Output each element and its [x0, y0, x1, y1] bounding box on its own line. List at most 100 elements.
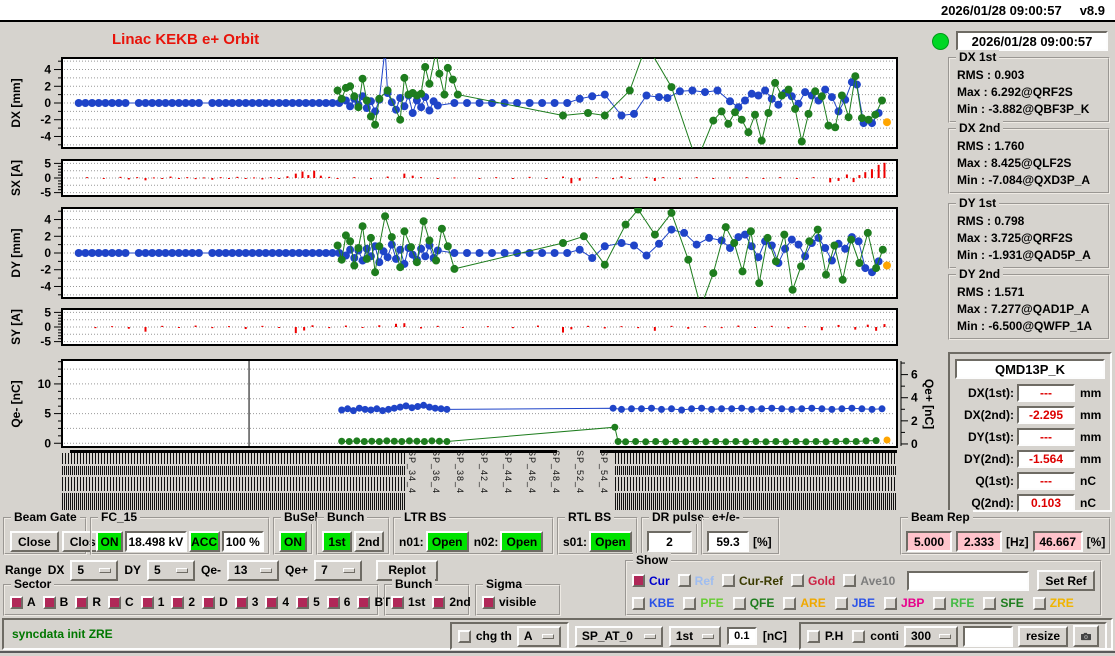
show-legend: Show — [633, 553, 671, 567]
monitor-row: DX(2nd): -2.295 mm — [952, 406, 1110, 424]
monitor-row-value: -2.295 — [1017, 406, 1075, 424]
rtl-bs-group: RTL BS s01: Open — [557, 510, 638, 555]
range-row: Range DX 5 DY 5 Qe- 13 Qe+ 7 Replot — [5, 558, 439, 582]
conti-checkbox[interactable] — [852, 629, 866, 643]
show-checkbox-jbe[interactable] — [834, 596, 848, 610]
bpm-monitor-panel: QMD13P_K DX(1st): --- mm DX(2nd): -2.295 mm DY… — [948, 352, 1112, 512]
dr-pulse-value[interactable]: 2 — [647, 531, 692, 552]
sector-label: 1 — [157, 595, 165, 609]
show-checkbox-kbe[interactable] — [632, 596, 645, 610]
bunch-select-checkbox-1st[interactable] — [391, 595, 404, 609]
sigma-checkbox-visible[interactable] — [482, 595, 495, 609]
show-label: JBP — [901, 596, 925, 610]
ltr-bs-legend: LTR BS — [401, 510, 450, 524]
mode-a-menu[interactable]: A — [516, 625, 561, 647]
titlebar-version: v8.9 — [1079, 2, 1105, 18]
monitor-row: DY(1st): --- mm — [952, 428, 1110, 446]
range-dx-label: DX — [47, 563, 65, 577]
show-label: Gold — [808, 573, 836, 588]
extra-input[interactable] — [962, 625, 1013, 647]
sector-item-2: 2 — [171, 595, 195, 609]
ref-name-input[interactable] — [907, 570, 1029, 591]
show-label: ARE — [800, 596, 826, 610]
show-checkbox-cur-ref[interactable] — [722, 574, 736, 587]
show-checkbox-are[interactable] — [783, 596, 797, 610]
interval-menu[interactable]: 300 — [903, 625, 958, 647]
show-checkbox-gold[interactable] — [791, 574, 805, 587]
fc15-on-button[interactable]: ON — [96, 531, 124, 552]
stat-row: Max : 3.725@QRF2S — [957, 231, 1073, 245]
show-checkbox-pfe[interactable] — [683, 596, 697, 610]
charge-threshold-input[interactable]: 0.1 — [726, 627, 757, 645]
show-label: QFE — [749, 596, 775, 610]
set-ref-button[interactable]: Set Ref — [1037, 570, 1095, 591]
sector-item-c: C — [108, 595, 134, 609]
show-checkbox-zre[interactable] — [1032, 596, 1046, 610]
show-checkbox-sfe[interactable] — [983, 596, 997, 610]
sector-checkbox-3[interactable] — [234, 595, 248, 609]
show-checkbox-ref[interactable] — [677, 574, 691, 587]
sector-checkbox-c[interactable] — [108, 595, 122, 609]
ltr-n02-open-button[interactable]: Open — [500, 531, 544, 552]
show-checkbox-qfe[interactable] — [732, 596, 746, 610]
sector-checkbox-d[interactable] — [202, 595, 216, 609]
sector-item-a: A — [10, 595, 36, 609]
series-latest — [883, 436, 891, 444]
beam-rep-pct-unit: [%] — [1086, 534, 1106, 549]
beam-rep-value-3: 46.667 — [1032, 531, 1083, 552]
screenshot-button[interactable] — [1073, 625, 1099, 647]
monitor-row-label: DY(1st): — [967, 430, 1014, 444]
bpm-label-sp_46_4: SP_46_4 — [527, 450, 537, 495]
beam-rep-value-2: 2.333 — [956, 531, 1002, 552]
bpm-label-texture-row — [615, 477, 897, 491]
ltr-n02-label: n02: — [473, 534, 499, 549]
rtl-s01-open-button[interactable]: Open — [589, 531, 632, 552]
fc15-acc-button[interactable]: ACC — [188, 531, 220, 552]
bunch-select-checkbox-2nd[interactable] — [432, 595, 446, 609]
fc15-kv-value[interactable]: 18.498 kV — [125, 531, 187, 552]
sp-at-menu[interactable]: SP_AT_0 — [574, 625, 663, 647]
range-dy-menu[interactable]: 5 — [147, 559, 196, 581]
fc15-percent-value[interactable]: 100 % — [221, 531, 264, 552]
sector-checkbox-6[interactable] — [326, 595, 340, 609]
monitor-row-value: -1.564 — [1017, 450, 1075, 468]
bunch-1st-button[interactable]: 1st — [322, 531, 352, 552]
range-qe-minus-menu[interactable]: 13 — [227, 559, 280, 581]
bpm-label-sp_38_4: SP_38_4 — [455, 450, 465, 495]
busel-on-button[interactable]: ON — [279, 531, 307, 552]
ratio-value[interactable]: 59.3 — [707, 531, 749, 552]
ph-checkbox[interactable] — [806, 629, 820, 643]
chg-th-checkbox[interactable] — [457, 629, 471, 643]
show-checkbox-cur[interactable] — [632, 574, 645, 587]
sector-checkbox-2[interactable] — [171, 595, 185, 609]
bpm-label-texture — [62, 453, 405, 510]
show-checkbox-jbp[interactable] — [884, 596, 898, 610]
sector-checkbox-a[interactable] — [10, 595, 23, 609]
sector-checkbox-5[interactable] — [296, 595, 310, 609]
svg-text:0: 0 — [44, 320, 51, 334]
sector-checkbox-4[interactable] — [265, 595, 279, 609]
continuous-group: P.H conti 300 resize — [798, 622, 1107, 650]
range-qe-plus-menu[interactable]: 7 — [314, 559, 363, 581]
sector-group: Sector A B R C 1 2 D 3 4 5 6 BT — [3, 577, 390, 616]
show-label: ZRE — [1049, 596, 1074, 610]
bunch-2nd-button[interactable]: 2nd — [354, 531, 384, 552]
bunch-1st-menu[interactable]: 1st — [668, 625, 721, 647]
sector-checkbox-bt[interactable] — [357, 595, 371, 609]
show-checkbox-rfe[interactable] — [933, 596, 947, 610]
monitor-name[interactable]: QMD13P_K — [955, 359, 1105, 379]
ltr-n01-open-button[interactable]: Open — [425, 531, 469, 552]
monitor-row: Q(2nd): 0.103 nC — [952, 494, 1110, 512]
sector-checkbox-1[interactable] — [140, 595, 154, 609]
resize-button[interactable]: resize — [1017, 625, 1068, 647]
beam-gate-close-button-1[interactable]: Close — [10, 531, 59, 552]
show-checkbox-ave10[interactable] — [843, 574, 857, 587]
dr-pulse-group: DR pulse 2 — [641, 510, 708, 555]
bpm-name-axis: SP_34_4 SP_36_4 SP_38_4 SP_42_4 SP_44_4 SP_46… — [62, 450, 897, 512]
y-axis-label-qe: Qe- [nC] — [9, 379, 23, 428]
sector-checkbox-b[interactable] — [42, 595, 56, 609]
sector-checkbox-r[interactable] — [75, 595, 89, 609]
range-dx-menu[interactable]: 5 — [70, 559, 119, 581]
sector-label: 4 — [282, 595, 290, 609]
menu-indicator-icon — [99, 567, 112, 573]
